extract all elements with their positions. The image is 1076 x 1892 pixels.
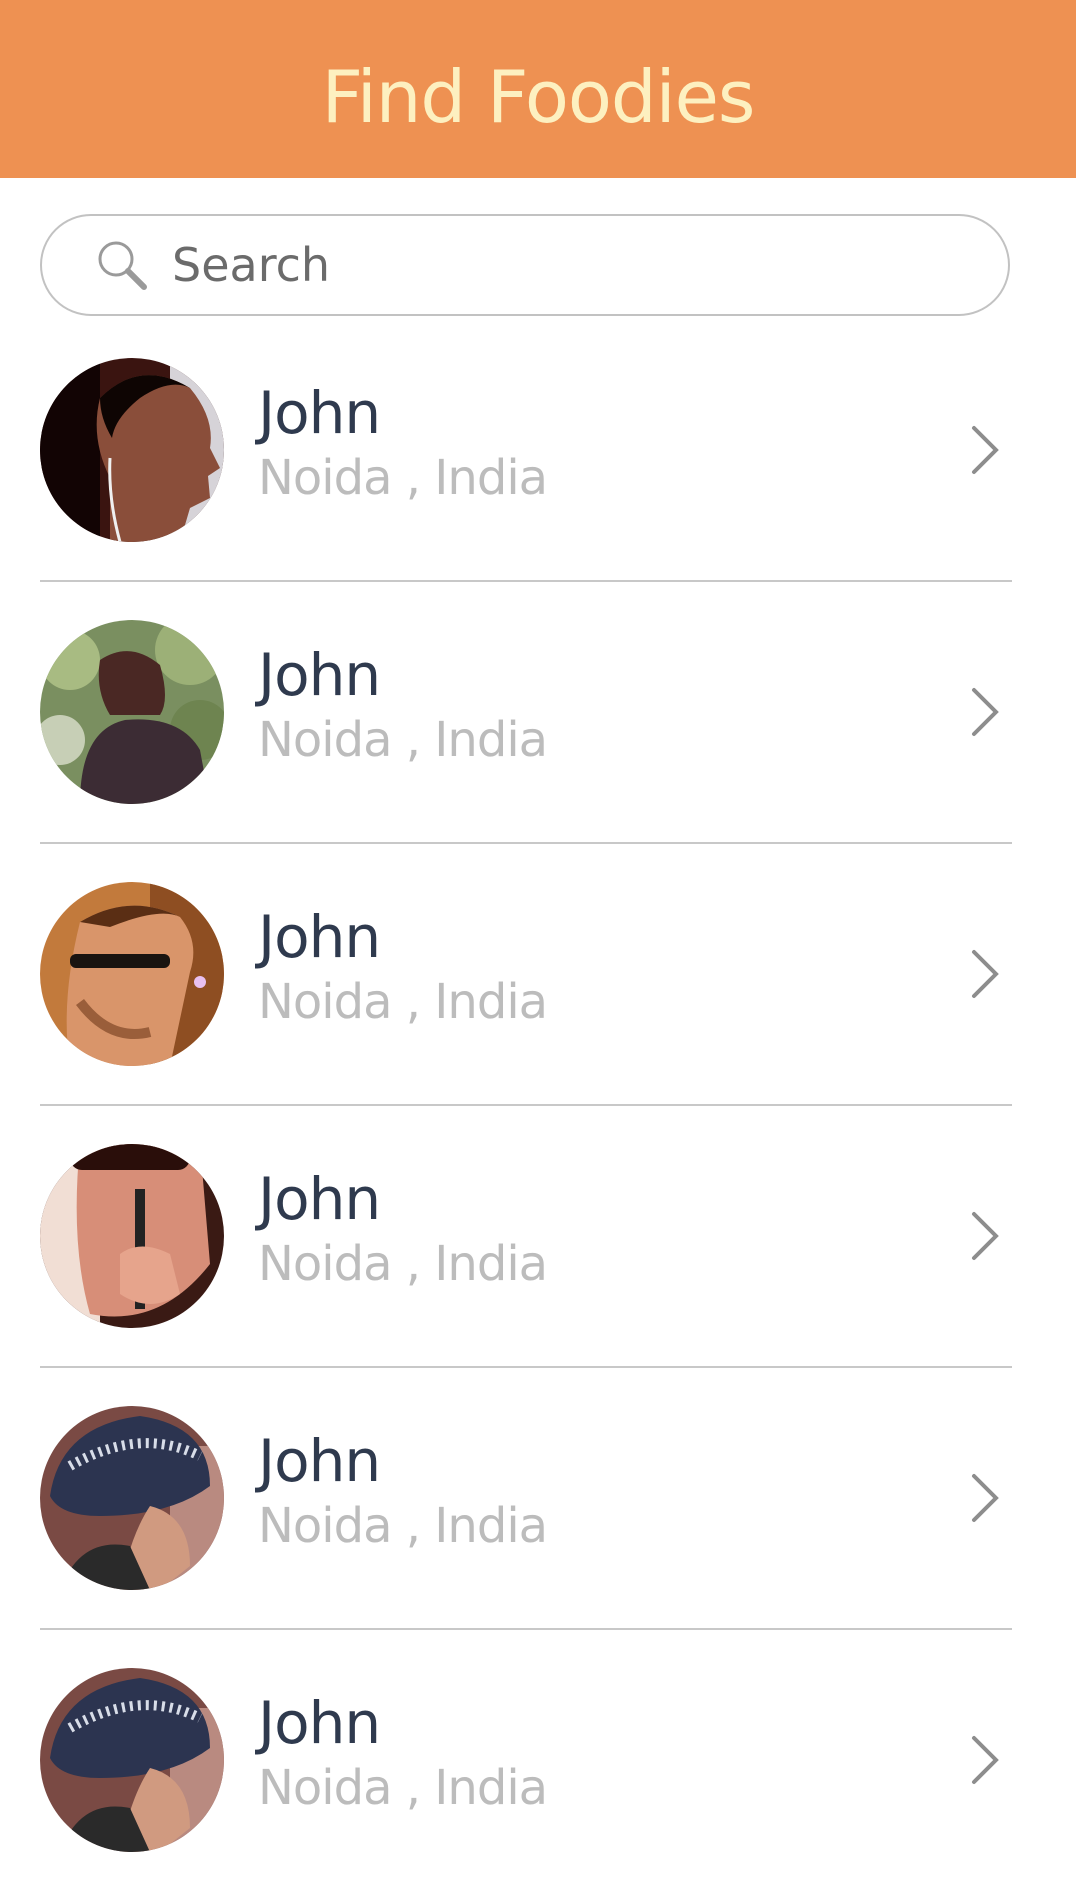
list-item[interactable]: John Noida , India [0,1630,1076,1892]
foodie-list: John Noida , India John Noida , India Jo… [0,320,1076,1892]
avatar [40,620,224,804]
foodie-location: Noida , India [258,1760,548,1816]
list-item[interactable]: John Noida , India [0,844,1076,1106]
avatar [40,882,224,1066]
foodie-name: John [258,379,381,447]
avatar [40,1668,224,1852]
foodie-location: Noida , India [258,712,548,768]
foodie-location: Noida , India [258,1236,548,1292]
avatar [40,358,224,542]
foodie-name: John [258,1689,381,1757]
list-item[interactable]: John Noida , India [0,1368,1076,1630]
search-icon [92,235,152,295]
foodie-name: John [258,1165,381,1233]
search-bar[interactable] [40,214,1010,316]
foodie-location: Noida , India [258,1498,548,1554]
foodie-location: Noida , India [258,974,548,1030]
chevron-right-icon [972,1212,999,1260]
chevron-right-icon [972,1736,999,1784]
search-input[interactable] [172,238,932,292]
chevron-right-icon [972,688,999,736]
foodie-location: Noida , India [258,450,548,506]
list-item[interactable]: John Noida , India [0,320,1076,582]
chevron-right-icon [972,950,999,998]
avatar [40,1144,224,1328]
foodie-name: John [258,641,381,709]
chevron-right-icon [972,1474,999,1522]
list-item[interactable]: John Noida , India [0,1106,1076,1368]
avatar [40,1406,224,1590]
list-item[interactable]: John Noida , India [0,582,1076,844]
app-header: Find Foodies [0,0,1076,178]
page-title: Find Foodies [321,55,756,139]
foodie-name: John [258,1427,381,1495]
foodie-name: John [258,903,381,971]
chevron-right-icon [972,426,999,474]
